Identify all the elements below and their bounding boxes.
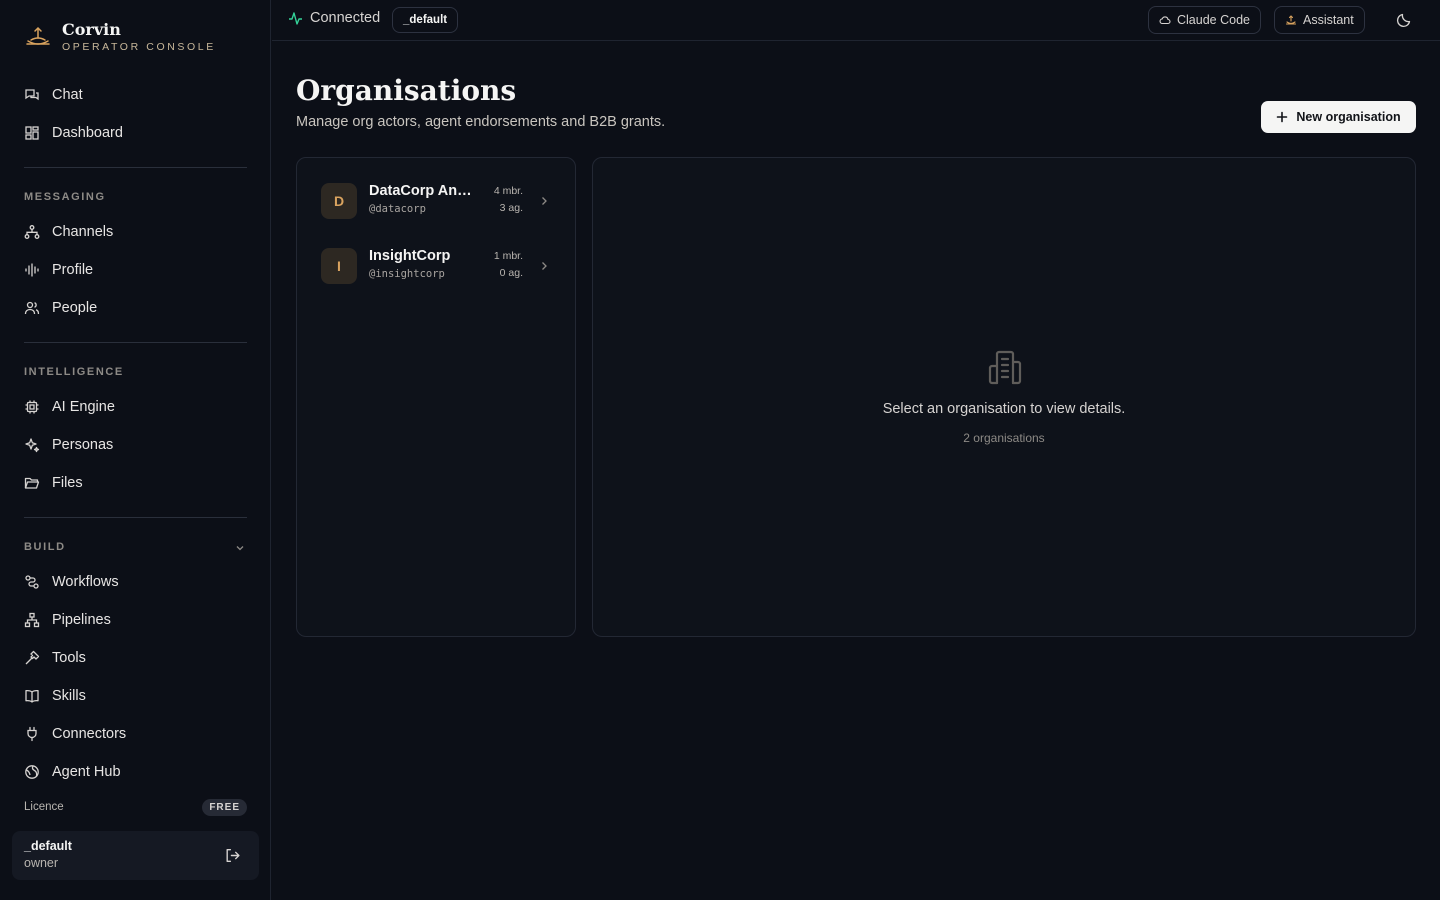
claude-code-label: Claude Code: [1177, 13, 1250, 27]
org-handle: @datacorp: [369, 203, 426, 215]
org-avatar: D: [321, 183, 357, 219]
logo-icon: [1285, 15, 1297, 25]
org-members: 1 mbr.: [493, 250, 523, 262]
new-organisation-button[interactable]: New organisation: [1261, 101, 1416, 133]
dashboard-icon: [25, 126, 39, 140]
assistant-button[interactable]: Assistant: [1274, 6, 1365, 34]
folder-icon: [24, 477, 40, 489]
sidebar: Corvin OPERATOR CONSOLE Chat Dashboard M…: [0, 0, 271, 900]
nav-item-agent-hub[interactable]: Agent Hub: [12, 756, 247, 788]
brand-name: Corvin: [62, 20, 121, 39]
workspace-badge[interactable]: _default: [392, 7, 459, 33]
nav-label: AI Engine: [52, 399, 115, 415]
nav-label: Chat: [52, 87, 83, 103]
cpu-icon: [25, 400, 39, 414]
plug-icon: [27, 726, 37, 742]
org-name: DataCorp Analytics: [369, 183, 477, 199]
chevron-right-icon: [542, 197, 547, 205]
divider: [24, 342, 247, 343]
plus-icon: [1277, 111, 1288, 123]
nav-item-files[interactable]: Files: [12, 467, 247, 499]
nav-item-chat[interactable]: Chat: [12, 79, 247, 111]
connection-label: Connected: [310, 10, 381, 26]
section-label-intelligence: INTELLIGENCE: [24, 366, 124, 378]
nav-item-channels[interactable]: Channels: [12, 216, 247, 248]
empty-state-message: Select an organisation to view details.: [882, 401, 1126, 417]
cloud-icon: [1159, 16, 1171, 25]
user-name: _default: [24, 839, 72, 853]
nav-item-dashboard[interactable]: Dashboard: [12, 117, 247, 149]
licence-row: Licence FREE: [24, 797, 247, 817]
nav-item-connectors[interactable]: Connectors: [12, 718, 247, 750]
nav-label: Personas: [52, 437, 114, 453]
chevron-right-icon: [542, 262, 547, 270]
moon-icon[interactable]: [1396, 12, 1412, 28]
nav-item-tools[interactable]: Tools: [12, 642, 247, 674]
page-subtitle: Manage org actors, agent endorsements an…: [296, 114, 666, 130]
org-members: 4 mbr.: [493, 185, 523, 197]
claude-code-button[interactable]: Claude Code: [1148, 6, 1261, 34]
org-list-item[interactable]: I InsightCorp @insightcorp 1 mbr. 0 ag.: [321, 247, 553, 287]
section-label-messaging: MESSAGING: [24, 191, 106, 203]
workflow-icon: [25, 575, 39, 589]
organisation-list: D DataCorp Analytics @datacorp 4 mbr. 3 …: [296, 157, 576, 637]
pipeline-icon: [24, 612, 40, 628]
sparkles-icon: [25, 438, 40, 453]
brand-subtitle: OPERATOR CONSOLE: [62, 41, 216, 53]
assistant-label: Assistant: [1303, 13, 1354, 27]
chat-icon: [25, 89, 39, 101]
nav-item-profile[interactable]: Profile: [12, 254, 247, 286]
nav-label: Workflows: [52, 574, 119, 590]
nav-label: Channels: [52, 224, 114, 240]
chevron-down-icon[interactable]: [234, 542, 246, 554]
organisation-count: 2 organisations: [963, 431, 1045, 445]
topbar: Connected _default Claude Code Assistant: [272, 0, 1440, 41]
nav-label: Agent Hub: [52, 764, 121, 780]
nav-label: Dashboard: [52, 125, 123, 141]
nav-label: Connectors: [52, 726, 127, 742]
connection-status: Connected: [288, 10, 380, 26]
logo-icon: [26, 26, 50, 45]
nav-label: Skills: [52, 688, 86, 704]
organisation-detail: Select an organisation to view details. …: [592, 157, 1416, 637]
waveform-icon: [25, 263, 39, 277]
book-icon: [25, 689, 39, 703]
licence-label: Licence: [24, 801, 64, 813]
building-icon: [988, 350, 1022, 385]
org-handle: @insightcorp: [369, 268, 445, 280]
people-icon: [24, 301, 40, 315]
nav-label: People: [52, 300, 98, 316]
org-agents: 3 ag.: [499, 202, 523, 214]
nav-item-pipelines[interactable]: Pipelines: [12, 604, 247, 636]
org-avatar: I: [321, 248, 357, 284]
divider: [24, 517, 247, 518]
nav-item-workflows[interactable]: Workflows: [12, 566, 247, 598]
nav-label: Pipelines: [52, 612, 111, 628]
divider: [24, 167, 247, 168]
nav-item-skills[interactable]: Skills: [12, 680, 247, 712]
nav-label: Tools: [52, 650, 86, 666]
nav-item-people[interactable]: People: [12, 292, 247, 324]
org-name: InsightCorp: [369, 248, 451, 264]
nav-label: Profile: [52, 262, 94, 278]
section-label-build: BUILD: [24, 541, 66, 553]
nav-label: Files: [52, 475, 83, 491]
user-card: _default owner: [12, 831, 259, 880]
nav-item-ai-engine[interactable]: AI Engine: [12, 391, 247, 423]
brand[interactable]: Corvin OPERATOR CONSOLE: [24, 20, 216, 53]
user-role: owner: [24, 856, 59, 870]
page-title: Organisations: [296, 74, 517, 107]
org-list-item[interactable]: D DataCorp Analytics @datacorp 4 mbr. 3 …: [321, 182, 553, 222]
new-organisation-label: New organisation: [1296, 110, 1401, 124]
nav-item-personas[interactable]: Personas: [12, 429, 247, 461]
org-agents: 0 ag.: [499, 267, 523, 279]
hammer-icon: [25, 650, 40, 665]
activity-icon: [289, 11, 302, 25]
globe-icon: [25, 765, 39, 779]
logout-icon[interactable]: [224, 847, 241, 864]
licence-badge: FREE: [202, 798, 247, 816]
channels-icon: [24, 225, 40, 239]
